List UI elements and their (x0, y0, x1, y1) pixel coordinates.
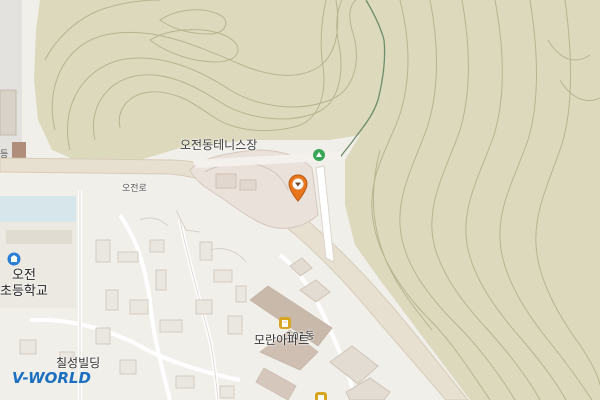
apartment-label[interactable]: 모란아파트 (254, 331, 309, 348)
apartment-icon-lower[interactable] (314, 388, 328, 400)
school-label-line2: 초등학교 (0, 284, 48, 299)
left-edge-label: 등 (0, 150, 9, 160)
vworld-logo: V-WORLD (12, 369, 91, 387)
map-view[interactable]: 등 오전동테니스장 오전로 오전 초등학교 101동 모란아파트 칠성빌딩 V-… (0, 0, 600, 400)
park-icon[interactable] (312, 147, 326, 166)
location-pin-icon[interactable] (288, 174, 308, 206)
tennis-court-label[interactable]: 오전동테니스장 (180, 136, 257, 153)
road-label: 오전로 (122, 184, 147, 194)
school-label-line1: 오전 (12, 268, 36, 283)
